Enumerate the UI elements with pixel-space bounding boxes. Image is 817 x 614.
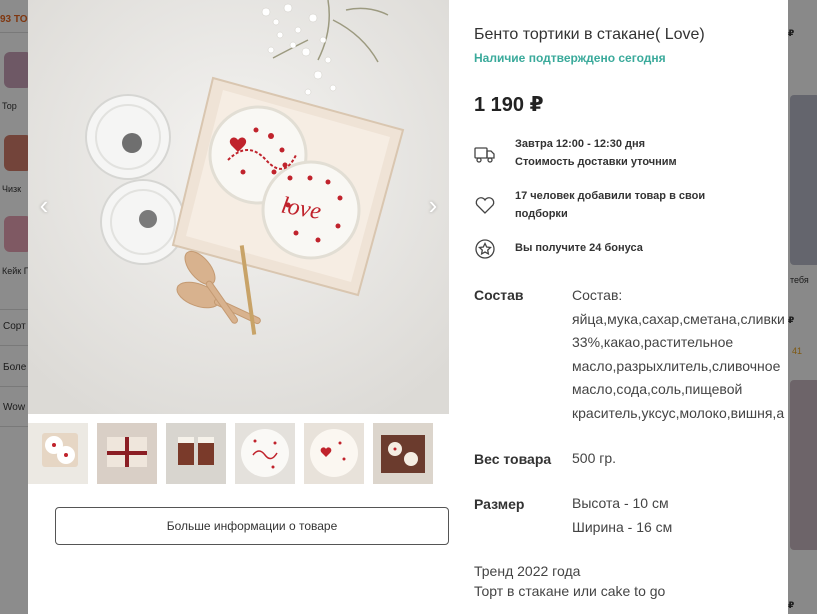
- spec-value-composition: Состав: яйца,мука,сахар,сметана,сливки 3…: [572, 284, 785, 425]
- heart-icon: [474, 194, 496, 216]
- spec-label-size: Размер: [474, 496, 525, 512]
- thumb-image: [97, 423, 157, 484]
- delivery-info: Завтра 12:00 - 12:30 дня Стоимость доста…: [515, 135, 677, 171]
- composition-line: 33%,какао,растительное: [572, 334, 734, 350]
- chevron-left-icon: ‹: [39, 190, 49, 220]
- thumbnail-4[interactable]: [235, 423, 295, 484]
- star-badge-icon: [474, 238, 496, 260]
- bonus-text: Вы получите 24 бонуса: [515, 242, 643, 254]
- gallery-next-button[interactable]: ›: [423, 190, 443, 220]
- product-main-image: love ‹ ›: [28, 0, 449, 414]
- product-info-panel: Бенто тортики в стакане( Love) Наличие п…: [474, 0, 788, 614]
- composition-line: яйца,мука,сахар,сметана,сливки: [572, 310, 785, 327]
- composition-line: краситель,уксус,молоко,вишня,а: [572, 404, 785, 421]
- trend-description: Тренд 2022 года Торт в стакане или cake …: [474, 561, 665, 601]
- more-info-button[interactable]: Больше информации о товаре: [55, 507, 449, 545]
- composition-line: масло,сода,соль,пищевой: [572, 381, 743, 397]
- favorites-line-1: 17 человек добавили товар в свои: [515, 190, 706, 202]
- delivery-truck-icon: [474, 143, 496, 165]
- thumb-image: [373, 423, 433, 484]
- thumb-image: [28, 423, 88, 484]
- spec-label-weight: Вес товара: [474, 451, 552, 467]
- size-width: Ширина - 16 см: [572, 518, 673, 535]
- thumb-image: [304, 423, 364, 484]
- thumbnail-6[interactable]: [373, 423, 433, 484]
- composition-line: Состав:: [572, 287, 623, 303]
- product-price: 1 190 ₽: [474, 94, 544, 116]
- thumbnail-1[interactable]: [28, 423, 88, 484]
- composition-line: масло,разрыхлитель,сливочное: [572, 357, 781, 374]
- thumb-image: [166, 423, 226, 484]
- availability-status: Наличие подтверждено сегодня: [474, 51, 666, 65]
- thumbnail-2[interactable]: [97, 423, 157, 484]
- favorites-info: 17 человек добавили товар в свои подборк…: [515, 187, 705, 223]
- delivery-time: Завтра 12:00 - 12:30 дня: [515, 138, 646, 150]
- cake-photo: love: [28, 0, 449, 414]
- product-modal: love ‹ › Больше информации о товаре Бент…: [28, 0, 788, 614]
- favorites-line-2: подборки: [515, 208, 568, 220]
- chevron-right-icon: ›: [428, 190, 438, 220]
- spec-label-composition: Состав: [474, 287, 524, 303]
- thumbnail-3[interactable]: [166, 423, 226, 484]
- product-title: Бенто тортики в стакане( Love): [474, 26, 705, 43]
- gallery-prev-button[interactable]: ‹: [34, 190, 54, 220]
- thumb-image: [235, 423, 295, 484]
- delivery-cost: Стоимость доставки уточним: [515, 156, 677, 168]
- trend-line: Торт в стакане или cake to go: [474, 583, 666, 599]
- trend-line: Тренд 2022 года: [474, 563, 581, 579]
- size-height: Высота - 10 см: [572, 495, 669, 511]
- thumbnail-5[interactable]: [304, 423, 364, 484]
- spec-value-size: Высота - 10 см Ширина - 16 см: [572, 492, 672, 539]
- bonus-info: Вы получите 24 бонуса: [515, 239, 643, 257]
- spec-value-weight: 500 гр.: [572, 450, 617, 466]
